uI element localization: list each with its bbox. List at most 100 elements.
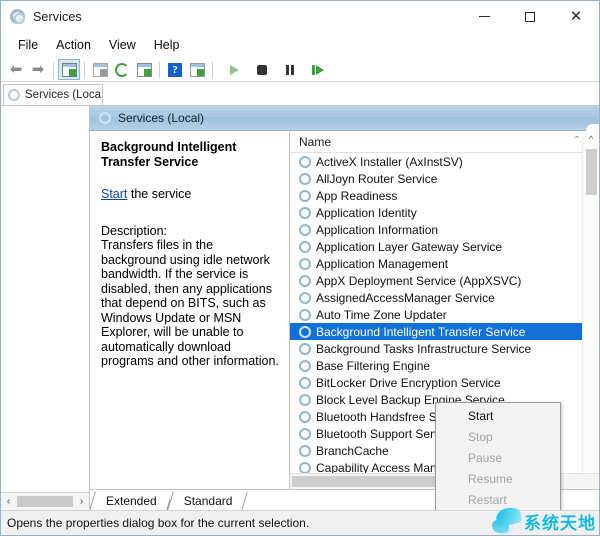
service-name-cell: ActiveX Installer (AxInstSV) bbox=[316, 154, 463, 169]
toolbar: ⬅ ➡ ? bbox=[1, 58, 599, 82]
table-row[interactable]: Background Intelligent Transfer Service bbox=[290, 323, 599, 340]
service-gear-icon bbox=[299, 189, 311, 202]
forward-arrow-icon[interactable]: ➡ bbox=[27, 59, 49, 80]
service-name-cell: Base Filtering Engine bbox=[316, 358, 431, 373]
table-row[interactable]: Application Management bbox=[290, 255, 599, 272]
table-row[interactable]: AssignedAccessManager Service bbox=[290, 289, 599, 306]
start-service-suffix: the service bbox=[127, 187, 192, 201]
close-icon: ✕ bbox=[569, 7, 583, 25]
context-menu-item-label: Start bbox=[468, 408, 494, 423]
menu-help[interactable]: Help bbox=[145, 36, 189, 54]
toolbar-separator bbox=[212, 61, 213, 78]
minimize-button[interactable] bbox=[461, 1, 507, 32]
table-row[interactable]: Auto Time Zone Updater bbox=[290, 306, 599, 323]
table-row[interactable]: Application Information bbox=[290, 221, 599, 238]
table-row[interactable]: App Readiness bbox=[290, 187, 599, 204]
table-row[interactable]: Application Layer Gateway Service bbox=[290, 238, 599, 255]
service-gear-icon bbox=[299, 206, 311, 219]
close-button[interactable]: ✕ bbox=[553, 1, 599, 32]
service-gear-icon bbox=[299, 342, 311, 355]
table-row[interactable]: BitLocker Drive Encryption Service bbox=[290, 374, 599, 391]
table-row[interactable]: Application Identity bbox=[290, 204, 599, 221]
context-menu-item-label: Restart bbox=[468, 492, 507, 507]
service-name-cell: Background Intelligent Transfer Service bbox=[316, 324, 526, 339]
service-name-cell: AllJoyn Router Service bbox=[316, 171, 438, 186]
service-gear-icon bbox=[299, 376, 311, 389]
list-vscrollbar[interactable]: ^ ˅ bbox=[582, 131, 599, 489]
service-gear-icon bbox=[299, 274, 311, 287]
sort-ascending-icon: ⌃ bbox=[572, 135, 581, 146]
console-tab-strip: Services (Loca bbox=[1, 82, 599, 105]
tab-extended[interactable]: Extended bbox=[92, 492, 170, 510]
start-service-icon[interactable] bbox=[223, 59, 245, 80]
restart-service-icon[interactable] bbox=[307, 59, 329, 80]
service-name-cell: Application Layer Gateway Service bbox=[316, 239, 503, 254]
service-gear-icon bbox=[299, 240, 311, 253]
pause-service-icon[interactable] bbox=[279, 59, 301, 80]
service-gear-icon bbox=[299, 172, 311, 185]
pane-header-label: Services (Local) bbox=[118, 111, 205, 125]
service-title: Background Intelligent Transfer Service bbox=[101, 140, 237, 169]
context-menu-item-pause: Pause bbox=[436, 447, 560, 468]
services-window: Services ✕ File Action View Help ⬅ ➡ ? S… bbox=[0, 0, 600, 536]
service-action-line: Start the service bbox=[101, 187, 279, 201]
scroll-right-button[interactable]: › bbox=[74, 494, 89, 510]
description-text: Transfers files in the background using … bbox=[101, 238, 279, 368]
table-row[interactable]: Base Filtering Engine bbox=[290, 357, 599, 374]
service-name-cell: Application Information bbox=[316, 222, 439, 237]
show-hide-action-pane-icon[interactable] bbox=[186, 59, 208, 80]
scroll-left-button[interactable]: ‹ bbox=[1, 494, 16, 510]
service-gear-icon bbox=[299, 410, 311, 423]
table-row[interactable]: AppX Deployment Service (AppXSVC) bbox=[290, 272, 599, 289]
mmc-body: ‹ › Services (Local) Background Intellig… bbox=[1, 105, 599, 510]
menu-view[interactable]: View bbox=[100, 36, 145, 54]
service-gear-icon bbox=[299, 461, 311, 473]
status-text: Opens the properties dialog box for the … bbox=[7, 516, 310, 530]
scroll-up-button[interactable]: ^ bbox=[583, 131, 599, 147]
tab-standard[interactable]: Standard bbox=[169, 492, 246, 510]
menu-file[interactable]: File bbox=[9, 36, 47, 54]
list-column-header[interactable]: Name ⌃ bbox=[290, 131, 599, 153]
service-name-cell: Application Identity bbox=[316, 205, 417, 220]
toolbar-separator bbox=[53, 61, 54, 78]
context-menu-item-stop: Stop bbox=[436, 426, 560, 447]
console-tree-hscrollbar[interactable]: ‹ › bbox=[1, 492, 89, 510]
list-hscroll-thumb[interactable] bbox=[292, 476, 442, 487]
context-menu-item-label: Stop bbox=[468, 429, 493, 444]
services-gear-icon bbox=[8, 89, 20, 101]
console-tree-content[interactable] bbox=[1, 106, 89, 492]
table-row[interactable]: ActiveX Installer (AxInstSV) bbox=[290, 153, 599, 170]
context-menu-item-start[interactable]: Start bbox=[436, 405, 560, 426]
maximize-button[interactable] bbox=[507, 1, 553, 32]
hscroll-thumb[interactable] bbox=[17, 496, 73, 507]
back-arrow-icon[interactable]: ⬅ bbox=[5, 59, 27, 80]
service-gear-icon bbox=[299, 291, 311, 304]
start-service-link[interactable]: Start bbox=[101, 187, 127, 201]
properties-icon[interactable] bbox=[89, 59, 111, 80]
service-name-cell: AppX Deployment Service (AppXSVC) bbox=[316, 273, 522, 288]
pane-header: Services (Local) bbox=[90, 106, 599, 138]
service-name-cell: Auto Time Zone Updater bbox=[316, 307, 447, 322]
context-menu-item-resume: Resume bbox=[436, 468, 560, 489]
status-bar: Opens the properties dialog box for the … bbox=[1, 510, 599, 535]
service-gear-icon bbox=[299, 393, 311, 406]
context-menu: StartStopPauseResumeRestartAll Tasks›Ref… bbox=[435, 402, 561, 510]
console-tab-services-local[interactable]: Services (Loca bbox=[3, 84, 103, 105]
column-header-name[interactable]: Name bbox=[290, 135, 331, 149]
table-row[interactable]: AllJoyn Router Service bbox=[290, 170, 599, 187]
toolbar-separator bbox=[159, 61, 160, 78]
toolbar-separator bbox=[84, 61, 85, 78]
export-list-icon[interactable] bbox=[133, 59, 155, 80]
menu-action[interactable]: Action bbox=[47, 36, 100, 54]
show-hide-console-tree-icon[interactable] bbox=[58, 59, 80, 80]
console-tab-label: Services (Loca bbox=[25, 89, 102, 101]
console-tree-pane: ‹ › bbox=[1, 106, 90, 510]
window-title: Services bbox=[33, 9, 82, 24]
help-icon[interactable]: ? bbox=[164, 59, 186, 80]
service-gear-icon bbox=[299, 444, 311, 457]
refresh-icon[interactable] bbox=[111, 59, 133, 80]
vscroll-thumb[interactable] bbox=[585, 149, 597, 195]
service-name-cell: BitLocker Drive Encryption Service bbox=[316, 375, 501, 390]
table-row[interactable]: Background Tasks Infrastructure Service bbox=[290, 340, 599, 357]
stop-service-icon[interactable] bbox=[251, 59, 273, 80]
